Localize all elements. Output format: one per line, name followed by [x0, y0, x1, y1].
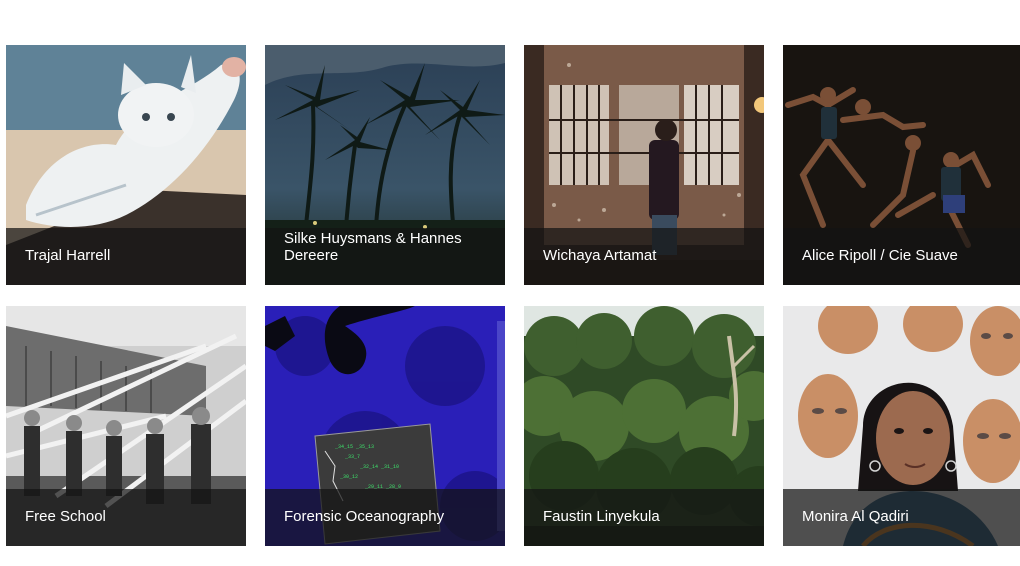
svg-text:_32_14 _31_10: _32_14 _31_10	[359, 464, 399, 470]
artist-tile[interactable]: Monira Al Qadiri	[783, 306, 1020, 546]
artist-tile[interactable]: _34_15 _35_13 _33_7 _32_14 _31_10 _30_12…	[265, 306, 505, 546]
artist-caption: Forensic Oceanography	[265, 489, 505, 546]
artist-name: Faustin Linyekula	[543, 508, 660, 525]
artist-name: Forensic Oceanography	[284, 508, 445, 525]
svg-text:_34_15 _35_13: _34_15 _35_13	[334, 444, 374, 450]
artist-tile[interactable]: Free School	[6, 306, 246, 546]
artist-name: Wichaya Artamat	[543, 247, 657, 264]
artist-name: Silke Huysmans & Hannes Dereere	[284, 230, 462, 264]
svg-text:_30_12: _30_12	[339, 474, 358, 480]
artist-caption: Monira Al Qadiri	[783, 489, 1020, 546]
artist-name: Free School	[25, 508, 106, 525]
artist-tile[interactable]: Faustin Linyekula	[524, 306, 764, 546]
artist-caption: Silke Huysmans & Hannes Dereere	[265, 228, 505, 285]
artist-caption: Trajal Harrell	[6, 228, 246, 285]
svg-text:_33_7: _33_7	[344, 454, 360, 460]
artist-tile[interactable]: Trajal Harrell	[6, 45, 246, 285]
artist-caption: Wichaya Artamat	[524, 228, 764, 285]
artist-grid: Trajal Harrell Silke Huysmans & Hannes D…	[6, 45, 1020, 546]
artist-caption: Faustin Linyekula	[524, 489, 764, 546]
artist-caption: Alice Ripoll / Cie Suave	[783, 228, 1020, 285]
artist-caption: Free School	[6, 489, 246, 546]
artist-name: Trajal Harrell	[25, 247, 111, 264]
artist-tile[interactable]: Alice Ripoll / Cie Suave	[783, 45, 1020, 285]
artist-name: Monira Al Qadiri	[802, 508, 909, 525]
artist-name: Alice Ripoll / Cie Suave	[802, 247, 958, 264]
artist-tile[interactable]: Silke Huysmans & Hannes Dereere	[265, 45, 505, 285]
artist-tile[interactable]: Wichaya Artamat	[524, 45, 764, 285]
